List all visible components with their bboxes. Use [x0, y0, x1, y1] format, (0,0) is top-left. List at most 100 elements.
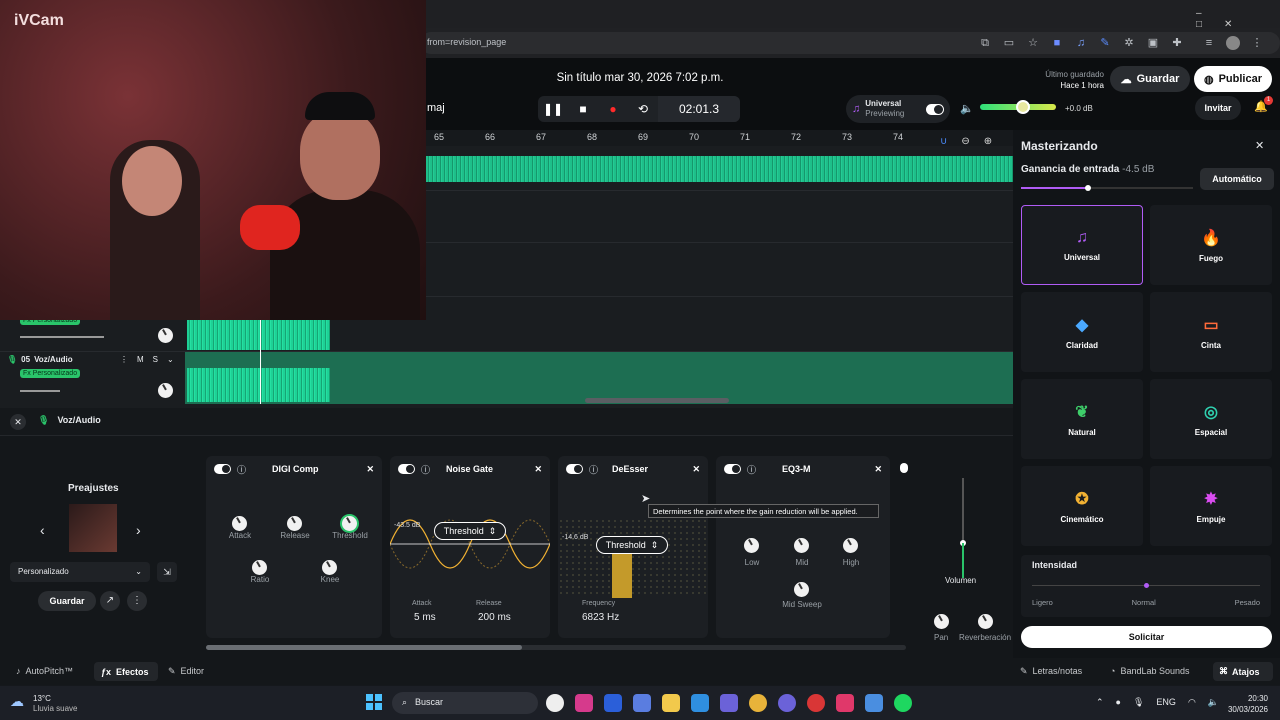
pan-knob[interactable] [934, 614, 949, 629]
invite-button[interactable]: Invitar [1195, 96, 1241, 120]
chevron-left-icon[interactable]: ‹ [40, 522, 45, 538]
discord-icon[interactable] [778, 694, 796, 712]
horizontal-scrollbar[interactable] [585, 398, 729, 403]
more-icon[interactable]: ⋮ [120, 355, 128, 364]
weather-icon[interactable]: ☁ [10, 693, 24, 710]
mid-sweep-knob[interactable]: Mid Sweep [782, 582, 827, 609]
close-icon[interactable]: ✕ [874, 464, 882, 475]
horizontal-scrollbar[interactable] [206, 645, 906, 650]
info-icon[interactable]: ⓘ [237, 463, 246, 476]
preset-tile-empuje[interactable]: ✸ Empuje [1150, 466, 1272, 546]
translate-icon[interactable]: ⧉ [978, 36, 992, 50]
track-name[interactable]: Voz/Audio [34, 355, 73, 364]
app-icon[interactable] [807, 694, 825, 712]
speaker-icon[interactable]: 🔈 [1208, 697, 1219, 708]
level-high[interactable]: Pesado [1235, 598, 1260, 607]
frequency-value[interactable]: 6823 Hz [582, 612, 619, 623]
ratio-knob[interactable]: Ratio [251, 560, 280, 584]
attack-value[interactable]: 5 ms [414, 612, 436, 623]
mute-button[interactable]: M [137, 355, 144, 364]
stop-button[interactable]: ■ [568, 96, 598, 122]
fx-toggle[interactable] [214, 464, 231, 474]
lyrics-tab[interactable]: ✎ Letras/notas [1020, 666, 1082, 677]
volume-fader[interactable] [960, 478, 966, 578]
tiktok-icon[interactable] [836, 694, 854, 712]
more-icon[interactable]: ⋮ [1250, 36, 1264, 50]
publish-button[interactable]: ◍ Publicar [1194, 66, 1272, 92]
pan-knob[interactable] [158, 383, 173, 398]
cast-icon[interactable]: ▭ [1002, 36, 1016, 50]
fx-toggle[interactable] [398, 464, 415, 474]
close-icon[interactable]: ✕ [10, 414, 26, 430]
editor-tab[interactable]: ✎ Editor [168, 666, 204, 677]
record-button[interactable]: ● [598, 96, 628, 122]
app-icon[interactable] [865, 694, 883, 712]
track-volume-slider[interactable] [20, 390, 60, 392]
app-icon[interactable] [633, 694, 651, 712]
windows-start-icon[interactable] [366, 694, 382, 710]
app-icon[interactable] [575, 694, 593, 712]
preset-tile-espacial[interactable]: ◎ Espacial [1150, 379, 1272, 459]
close-icon[interactable]: ✕ [366, 464, 374, 475]
preset-tile-fuego[interactable]: 🔥 Fuego [1150, 205, 1272, 285]
spotify-icon[interactable] [894, 694, 912, 712]
audio-clip[interactable] [187, 368, 330, 402]
threshold-knob[interactable]: Threshold [332, 516, 370, 540]
speaker-icon[interactable]: 🔈 [960, 102, 974, 115]
project-title[interactable]: Sin título mar 30, 2026 7:02 p.m. [540, 72, 740, 84]
wifi-icon[interactable]: ◠ [1188, 697, 1196, 708]
sounds-tab[interactable]: ◔ BandLab Sounds [1110, 666, 1190, 676]
pen-extension-icon[interactable]: ✎ [1098, 36, 1112, 50]
teams-icon[interactable] [720, 694, 738, 712]
fx-toggle[interactable] [566, 464, 583, 474]
folder-icon[interactable] [662, 694, 680, 712]
preset-tile-cinemático[interactable]: ✪ Cinemático [1021, 466, 1143, 546]
auto-button[interactable]: Automático [1200, 168, 1274, 190]
mid-knob[interactable]: Mid [794, 538, 822, 567]
info-icon[interactable]: ⓘ [421, 463, 430, 476]
preset-select[interactable]: Personalizado ⌄ [10, 562, 150, 582]
audio-clip[interactable] [426, 156, 1013, 182]
avatar[interactable] [1226, 36, 1240, 50]
puzzle-icon[interactable]: ✚ [1170, 36, 1184, 50]
gear-icon[interactable]: ✲ [1122, 36, 1136, 50]
threshold-select[interactable]: Threshold ⇕ [596, 536, 668, 554]
request-button[interactable]: Solicitar [1021, 626, 1272, 648]
intensity-slider[interactable] [1032, 583, 1260, 588]
track-volume-slider[interactable] [20, 336, 104, 338]
preset-tile-claridad[interactable]: ◆ Claridad [1021, 292, 1143, 372]
window-controls[interactable]: –□✕ [1196, 8, 1280, 30]
preview-toggle[interactable] [926, 103, 944, 115]
window-icon[interactable]: ▣ [1146, 36, 1160, 50]
preset-tile-cinta[interactable]: ▭ Cinta [1150, 292, 1272, 372]
app-icon[interactable] [546, 694, 564, 712]
info-icon[interactable]: ⓘ [747, 463, 756, 476]
close-icon[interactable]: ✕ [534, 464, 542, 475]
word-icon[interactable] [604, 694, 622, 712]
reverb-knob[interactable] [978, 614, 993, 629]
autopitch-tab[interactable]: ♪ AutoPitch™ [16, 666, 73, 676]
knee-knob[interactable]: Knee [321, 560, 350, 584]
fx-toggle[interactable] [724, 464, 741, 474]
playhead[interactable] [260, 320, 261, 404]
chevron-down-icon[interactable]: ⌄ [167, 355, 174, 364]
low-knob[interactable]: Low [744, 538, 772, 567]
clock[interactable]: 20:30 30/03/2026 [1222, 693, 1268, 715]
volume-handle[interactable] [1016, 100, 1030, 114]
gain-slider[interactable] [1021, 185, 1193, 191]
pan-knob[interactable] [158, 328, 173, 343]
level-low[interactable]: Ligero [1032, 598, 1053, 607]
preset-tile-natural[interactable]: ❦ Natural [1021, 379, 1143, 459]
timeline-ruler[interactable]: 65 66 67 68 69 70 71 72 73 74 [426, 130, 1013, 146]
mastering-preview[interactable]: ♫ Universal Previewing [846, 95, 950, 123]
audio-clip[interactable] [187, 320, 330, 350]
chevron-up-icon[interactable]: ⌃ [1096, 697, 1104, 708]
preset-thumbnail[interactable] [69, 504, 117, 552]
audio-extension-icon[interactable]: ♫ [1074, 36, 1088, 50]
close-icon[interactable]: ✕ [692, 464, 700, 475]
effects-tab[interactable]: ƒx Efectos [94, 662, 158, 681]
more-icon[interactable]: ⋮ [127, 591, 147, 611]
threshold-select[interactable]: Threshold ⇕ [434, 522, 506, 540]
vscode-icon[interactable] [691, 694, 709, 712]
shortcuts-tab[interactable]: ⌘ Atajos [1213, 662, 1273, 681]
